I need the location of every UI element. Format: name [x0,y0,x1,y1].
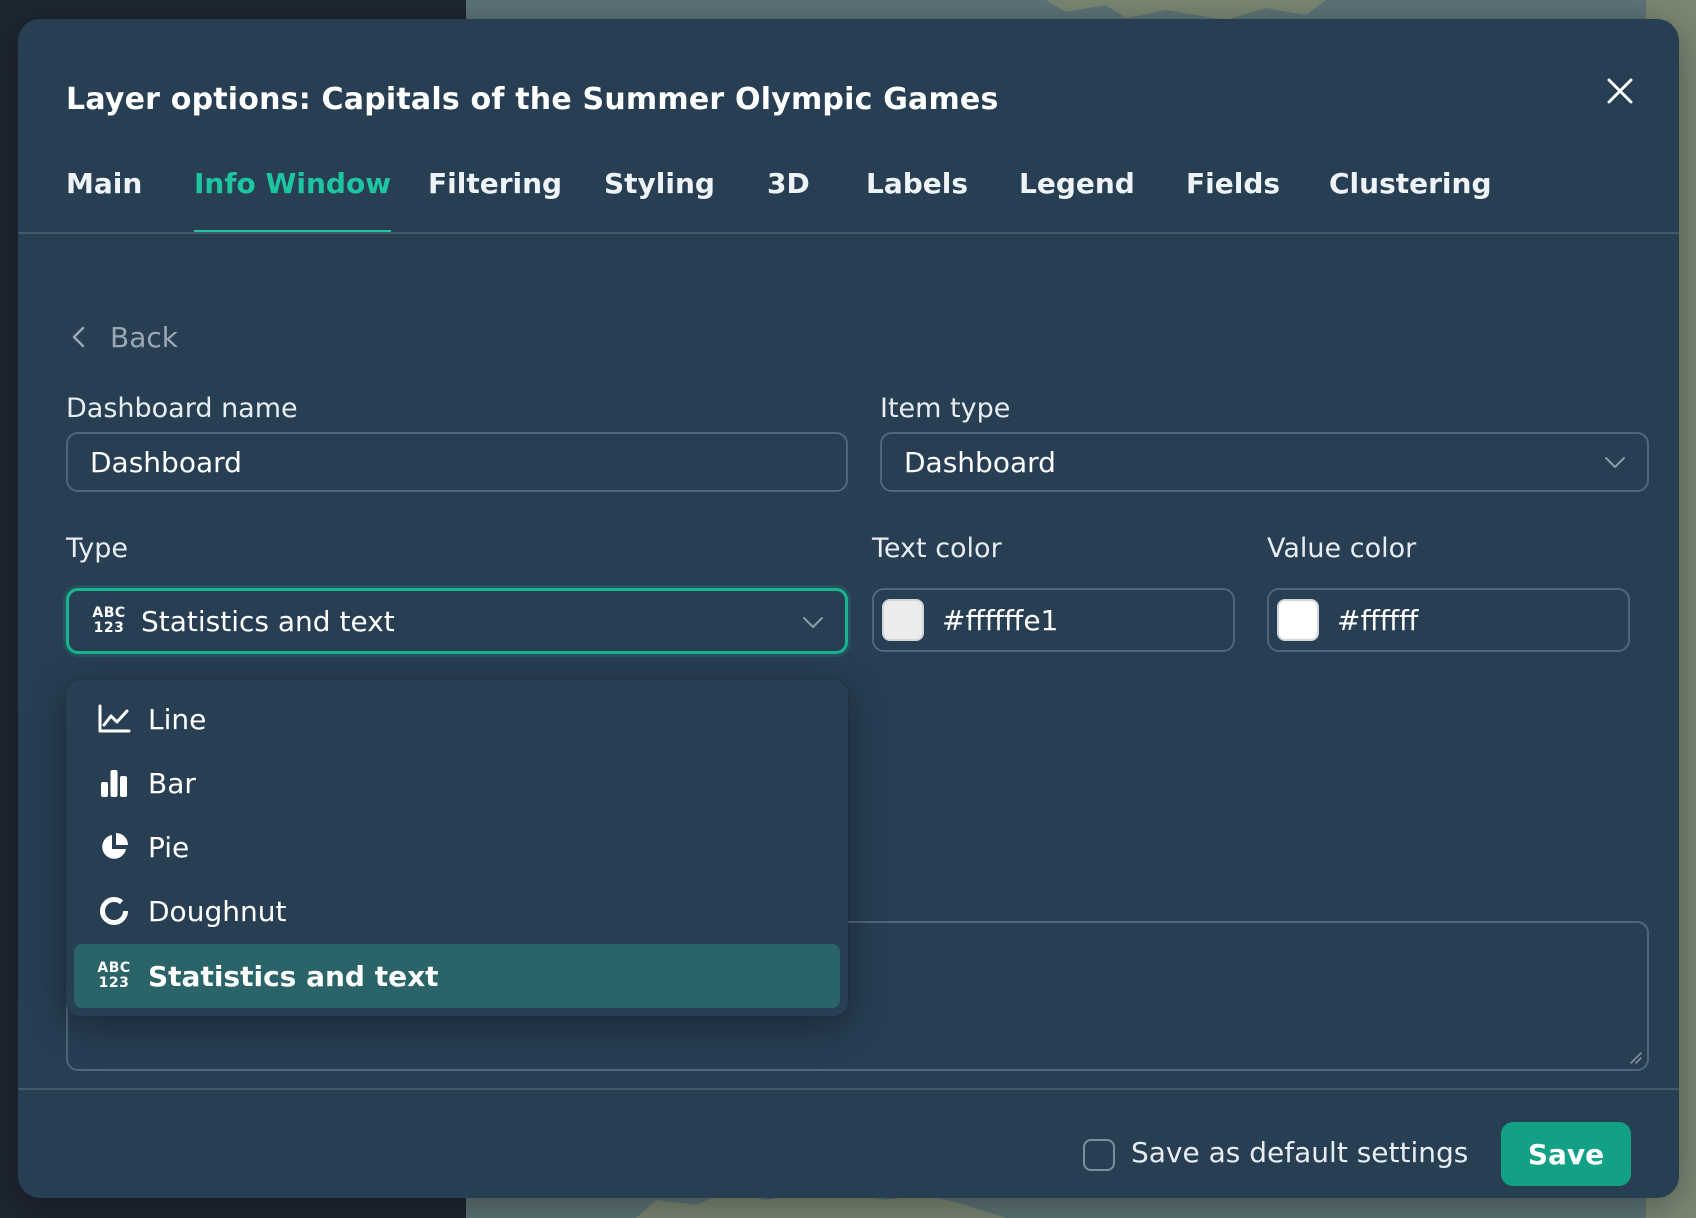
item-type-value: Dashboard [904,445,1056,479]
type-option-label: Line [148,702,207,736]
text-color-value: #ffffffe1 [942,603,1059,637]
item-type-label: Item type [880,393,1011,424]
abc-123-icon: ABC 123 [91,606,127,636]
doughnut-chart-icon [96,893,132,929]
abc-icon-bottom: 123 [93,620,125,636]
footer-divider [18,1088,1679,1090]
type-option-pie[interactable]: Pie [74,816,840,878]
abc-123-icon: ABC 123 [96,958,132,994]
tab-main[interactable]: Main [66,167,142,233]
chevron-down-icon [803,617,823,628]
dashboard-name-input[interactable]: Dashboard [66,432,848,492]
save-default-label[interactable]: Save as default settings [1131,1136,1468,1169]
type-dropdown-menu: Line Bar Pie Doughnut ABC 123 Statistics… [66,680,848,1016]
type-select[interactable]: ABC 123 Statistics and text [66,588,848,654]
type-option-doughnut[interactable]: Doughnut [74,880,840,942]
type-option-label: Doughnut [148,894,287,928]
type-label: Type [66,533,129,564]
tab-labels[interactable]: Labels [866,167,968,233]
abc-icon-top: ABC [92,605,126,621]
type-option-line[interactable]: Line [74,688,840,750]
close-button[interactable] [1603,74,1637,108]
tab-info-window[interactable]: Info Window [194,167,392,233]
value-color-value: #ffffff [1337,603,1419,637]
chevron-down-icon [1605,457,1625,468]
resize-grip-icon[interactable] [1627,1049,1643,1065]
pie-chart-icon [96,829,132,865]
value-color-swatch[interactable] [1277,599,1319,641]
text-color-input[interactable]: #ffffffe1 [872,588,1235,652]
dashboard-name-label: Dashboard name [66,393,298,424]
bar-chart-icon [96,765,132,801]
value-color-label: Value color [1267,533,1417,564]
layer-options-dialog: Layer options: Capitals of the Summer Ol… [18,19,1679,1198]
abc-icon-top: ABC [97,960,131,976]
line-chart-icon [96,701,132,737]
tab-divider [18,232,1679,234]
tab-clustering[interactable]: Clustering [1329,167,1492,233]
tab-styling[interactable]: Styling [604,167,715,233]
type-option-bar[interactable]: Bar [74,752,840,814]
type-option-label: Pie [148,830,190,864]
chevron-left-icon [72,326,85,348]
value-color-input[interactable]: #ffffff [1267,588,1630,652]
tab-legend[interactable]: Legend [1019,167,1135,233]
type-value: Statistics and text [141,604,395,638]
tab-3d[interactable]: 3D [767,167,810,233]
back-link[interactable]: Back [70,317,178,357]
item-type-select[interactable]: Dashboard [880,432,1649,492]
tab-bar: Main Info Window Filtering Styling 3D La… [66,167,1679,235]
abc-icon-bottom: 123 [98,975,130,991]
text-color-label: Text color [872,533,1002,564]
close-icon [1607,78,1633,104]
save-button[interactable]: Save [1501,1122,1631,1186]
type-option-statistics-and-text[interactable]: ABC 123 Statistics and text [74,944,840,1008]
type-option-label: Bar [148,766,196,800]
dashboard-name-value: Dashboard [90,445,242,479]
tab-filtering[interactable]: Filtering [428,167,562,233]
dialog-title: Layer options: Capitals of the Summer Ol… [66,82,999,117]
tab-fields[interactable]: Fields [1186,167,1280,233]
save-default-checkbox[interactable] [1083,1139,1115,1171]
text-color-swatch[interactable] [882,599,924,641]
back-label: Back [110,320,178,354]
type-option-label: Statistics and text [148,959,439,993]
